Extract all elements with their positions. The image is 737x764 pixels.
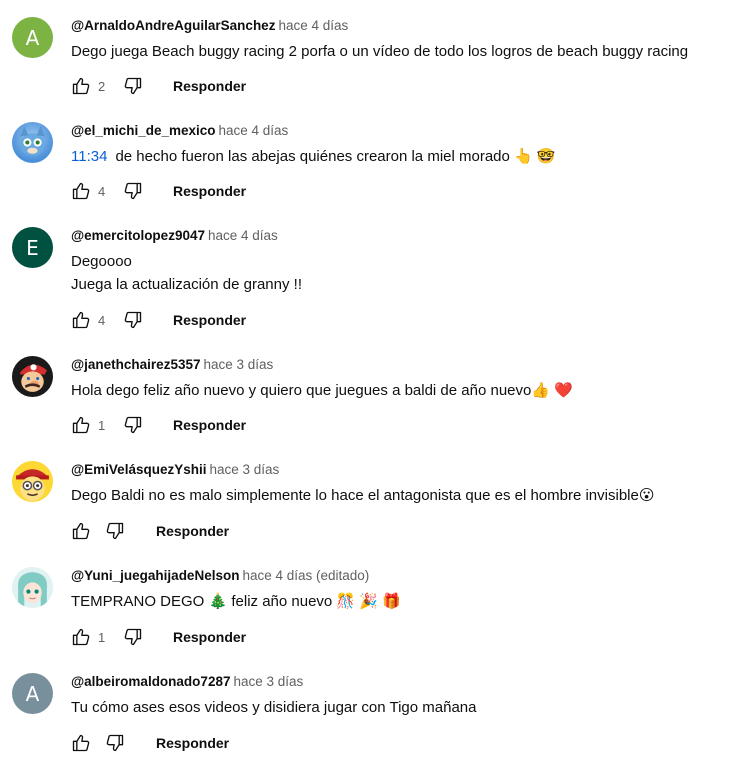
comment-actions: Responder bbox=[71, 733, 229, 753]
thumbs-down-icon[interactable] bbox=[123, 76, 143, 96]
comment-actions: 4 Responder bbox=[71, 181, 246, 201]
comment-text: Dego juega Beach buggy racing 2 porfa o … bbox=[71, 40, 688, 63]
avatar[interactable] bbox=[12, 122, 53, 163]
comment-header: @EmiVelásquezYshii hace 3 días bbox=[71, 461, 279, 479]
thumbs-up-icon[interactable] bbox=[71, 76, 91, 96]
reply-button[interactable]: Responder bbox=[173, 183, 246, 199]
comment-line: Juega la actualización de granny !! bbox=[71, 276, 302, 293]
comment-line: Tu cómo ases esos videos y disidiera jug… bbox=[71, 699, 477, 716]
comment-actions: 1 Responder bbox=[71, 627, 246, 647]
like-count: 4 bbox=[98, 183, 106, 199]
reply-button[interactable]: Responder bbox=[156, 735, 229, 751]
avatar[interactable]: A bbox=[12, 673, 53, 714]
comment-time[interactable]: hace 4 días (editado) bbox=[242, 568, 369, 583]
like-count: 1 bbox=[98, 417, 106, 433]
comment-line: Hola dego feliz año nuevo y quiero que j… bbox=[71, 382, 573, 399]
avatar[interactable] bbox=[12, 567, 53, 608]
comment-line: Degoooo bbox=[71, 253, 132, 270]
reply-button[interactable]: Responder bbox=[173, 312, 246, 328]
comment-header: @janethchairez5357 hace 3 días bbox=[71, 356, 273, 374]
author-name[interactable]: @ArnaldoAndreAguilarSanchez bbox=[71, 18, 275, 33]
comment-time[interactable]: hace 3 días bbox=[209, 462, 279, 477]
author-name[interactable]: @el_michi_de_mexico bbox=[71, 123, 216, 138]
thumbs-down-icon[interactable] bbox=[105, 521, 125, 541]
avatar[interactable] bbox=[12, 356, 53, 397]
comment-time[interactable]: hace 3 días bbox=[203, 357, 273, 372]
comment-time[interactable]: hace 4 días bbox=[208, 228, 278, 243]
comment-line: de hecho fueron las abejas quiénes crear… bbox=[115, 148, 556, 165]
comment-text: Degoooo Juega la actualización de granny… bbox=[71, 250, 302, 296]
comment-header: @albeiromaldonado7287 hace 3 días bbox=[71, 673, 303, 691]
author-name[interactable]: @albeiromaldonado7287 bbox=[71, 674, 230, 689]
thumbs-down-icon[interactable] bbox=[123, 181, 143, 201]
author-name[interactable]: @janethchairez5357 bbox=[71, 357, 200, 372]
like-count: 1 bbox=[98, 629, 106, 645]
comment-header: @ArnaldoAndreAguilarSanchez hace 4 días bbox=[71, 17, 348, 35]
comment-time[interactable]: hace 4 días bbox=[219, 123, 289, 138]
thumbs-up-icon[interactable] bbox=[71, 310, 91, 330]
comment-header: @emercitolopez9047 hace 4 días bbox=[71, 227, 278, 245]
thumbs-up-icon[interactable] bbox=[71, 521, 91, 541]
thumbs-up-icon[interactable] bbox=[71, 181, 91, 201]
comment-text: Dego Baldi no es malo simplemente lo hac… bbox=[71, 484, 654, 507]
comment-actions: 2 Responder bbox=[71, 76, 246, 96]
avatar[interactable]: E bbox=[12, 227, 53, 268]
comment-time[interactable]: hace 4 días bbox=[278, 18, 348, 33]
author-name[interactable]: @emercitolopez9047 bbox=[71, 228, 205, 243]
thumbs-down-icon[interactable] bbox=[123, 627, 143, 647]
comment-text: Tu cómo ases esos videos y disidiera jug… bbox=[71, 696, 477, 719]
comment-line: Dego juega Beach buggy racing 2 porfa o … bbox=[71, 43, 689, 60]
comment-header: @el_michi_de_mexico hace 4 días bbox=[71, 122, 288, 140]
timestamp-link[interactable]: 11:34 bbox=[71, 148, 107, 165]
thumbs-down-icon[interactable] bbox=[123, 415, 143, 435]
comment-header: @Yuni_juegahijadeNelson hace 4 días (edit… bbox=[71, 567, 369, 585]
avatar[interactable]: A bbox=[12, 17, 53, 58]
author-name[interactable]: @EmiVelásquezYshii bbox=[71, 462, 206, 477]
like-count: 4 bbox=[98, 312, 106, 328]
reply-button[interactable]: Responder bbox=[173, 629, 246, 645]
comment-time[interactable]: hace 3 días bbox=[233, 674, 303, 689]
thumbs-up-icon[interactable] bbox=[71, 733, 91, 753]
thumbs-down-icon[interactable] bbox=[123, 310, 143, 330]
comment-text: Hola dego feliz año nuevo y quiero que j… bbox=[71, 379, 573, 402]
comment-line: TEMPRANO DEGO 🎄 feliz año nuevo 🎊 🎉 🎁 bbox=[71, 593, 401, 610]
comment-actions: Responder bbox=[71, 521, 229, 541]
like-count: 2 bbox=[98, 78, 106, 94]
comment-line: Dego Baldi no es malo simplemente lo hac… bbox=[71, 487, 655, 504]
comment-actions: 1 Responder bbox=[71, 415, 246, 435]
comment-text: 11:34 de hecho fueron las abejas quiénes … bbox=[71, 145, 556, 168]
thumbs-up-icon[interactable] bbox=[71, 415, 91, 435]
thumbs-up-icon[interactable] bbox=[71, 627, 91, 647]
author-name[interactable]: @Yuni_juegahijadeNelson bbox=[71, 568, 239, 583]
comment-actions: 4 Responder bbox=[71, 310, 246, 330]
reply-button[interactable]: Responder bbox=[173, 78, 246, 94]
avatar[interactable] bbox=[12, 461, 53, 502]
reply-button[interactable]: Responder bbox=[156, 523, 229, 539]
thumbs-down-icon[interactable] bbox=[105, 733, 125, 753]
reply-button[interactable]: Responder bbox=[173, 417, 246, 433]
comment-text: TEMPRANO DEGO 🎄 feliz año nuevo 🎊 🎉 🎁 bbox=[71, 590, 401, 613]
